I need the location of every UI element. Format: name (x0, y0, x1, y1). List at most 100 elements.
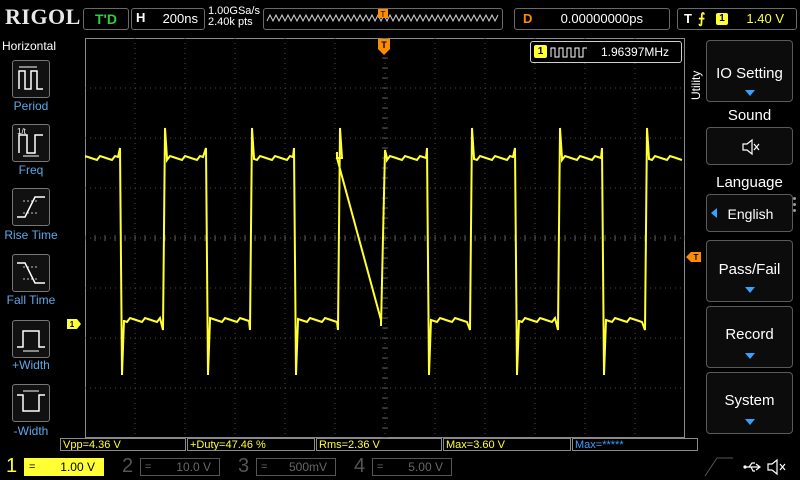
trigger-label: T (684, 11, 692, 26)
neg-width-label: -Width (13, 424, 49, 438)
chevron-down-icon (744, 287, 755, 293)
period-button[interactable] (12, 60, 50, 98)
channel-3-scale-box: = 500mV (256, 458, 336, 476)
delay-label: D (523, 11, 533, 26)
period-label: Period (13, 99, 49, 113)
waveform-grid (85, 38, 685, 438)
channel-2-number: 2 (122, 455, 134, 477)
memory-waveform-thumbnail: T (266, 9, 499, 23)
channel-2-status[interactable]: 2 = 10.0 V (116, 454, 226, 480)
pos-width-label: +Width (12, 358, 50, 372)
bottom-bar-divider-icon (704, 457, 733, 477)
channel-3-scale: 500mV (288, 460, 327, 474)
pass-fail-button[interactable]: Pass/Fail (706, 240, 793, 302)
trigger-settings[interactable]: T ⨍ 1 1.40 V (677, 8, 797, 30)
pos-width-icon (17, 330, 45, 352)
measurement-duty[interactable]: +Duty=47.46 % (187, 438, 315, 451)
sample-info: 1.00GSa/s 2.40k pts (208, 6, 260, 28)
timebase-value: 200ns (162, 11, 198, 26)
neg-width-button[interactable] (12, 384, 50, 422)
counter-value: 1.96397MHz (601, 45, 670, 59)
measurement-bar: Vpp=4.36 V +Duty=47.46 % Rms=2.36 V Max=… (60, 438, 700, 452)
trigger-level: 1.40 V (746, 11, 784, 26)
channel-2-scale-box: = 10.0 V (140, 458, 220, 476)
fall-time-icon (17, 262, 45, 284)
language-title: Language (716, 174, 783, 191)
freq-button[interactable]: 1/t (12, 124, 50, 162)
channel1-offset-marker[interactable]: 1 (66, 318, 82, 330)
measurement-max[interactable]: Max=3.60 V (443, 438, 571, 451)
trigger-position-marker: T (378, 39, 390, 55)
channel-4-number: 4 (354, 455, 366, 477)
rising-edge-icon: ⨍ (698, 10, 706, 26)
measurement-max-empty[interactable]: Max=***** (572, 438, 698, 451)
chevron-down-icon (744, 419, 755, 425)
chevron-down-icon (744, 90, 755, 96)
horizontal-timebase[interactable]: H 200ns (131, 8, 205, 30)
channel-3-number: 3 (238, 455, 250, 477)
graticule (85, 38, 685, 438)
svg-text:1/t: 1/t (17, 127, 27, 136)
speaker-mute-icon (742, 138, 760, 156)
svg-text:1: 1 (70, 320, 75, 329)
record-button[interactable]: Record (706, 306, 793, 368)
memory-trigger-marker-label: T (381, 10, 386, 19)
channel-1-scale: 1.00 V (60, 460, 95, 474)
fall-time-button[interactable] (12, 254, 50, 292)
freq-icon: 1/t (17, 127, 43, 157)
speaker-mute-icon (767, 458, 786, 476)
io-setting-button[interactable]: IO Setting (706, 40, 793, 102)
square-wave-icon (550, 47, 587, 58)
svg-text:T: T (381, 40, 387, 50)
dc-coupling-icon: = (261, 461, 268, 473)
channel-1-scale-box: = 1.00 V (24, 458, 104, 476)
usb-icon (743, 462, 761, 472)
rise-time-icon (17, 196, 45, 218)
waveform-display[interactable] (85, 38, 685, 438)
system-button[interactable]: System (706, 372, 793, 434)
fall-time-label: Fall Time (6, 293, 56, 307)
channel-1-status[interactable]: 1 = 1.00 V (0, 454, 110, 480)
measurement-vpp[interactable]: Vpp=4.36 V (60, 438, 186, 451)
chevron-down-icon (744, 353, 755, 359)
language-value: English (727, 206, 774, 222)
channel-3-status[interactable]: 3 = 500mV (232, 454, 342, 480)
period-icon (18, 66, 43, 90)
sound-title: Sound (727, 107, 772, 124)
delay-value: 0.00000000ps (560, 11, 643, 26)
counter-channel-badge: 1 (534, 45, 547, 58)
rise-time-label: Rise Time (4, 228, 58, 242)
delay-offset[interactable]: D 0.00000000ps (514, 8, 670, 30)
channel-4-scale-box: = 5.00 V (372, 458, 452, 476)
svg-text:T: T (694, 253, 699, 262)
measurement-rms[interactable]: Rms=2.36 V (316, 438, 442, 451)
rise-time-button[interactable] (12, 188, 50, 226)
pos-width-button[interactable] (12, 320, 50, 358)
trigger-status[interactable]: T'D (83, 8, 129, 30)
utility-menu-title: Utility (689, 70, 703, 100)
channel-1-number: 1 (6, 455, 18, 477)
frequency-counter: 1 1.96397MHz (530, 41, 682, 63)
trigger-source-channel: 1 (716, 13, 728, 25)
channel-status-bar: 1 = 1.00 V 2 = 10.0 V 3 = 500mV 4 = 5.00… (0, 454, 800, 480)
sound-button[interactable] (706, 127, 793, 165)
measure-panel-title: Horizontal (2, 39, 57, 53)
scroll-indicator (793, 197, 797, 215)
measure-panel: Horizontal Period 1/t Freq Rise Time Fal… (0, 36, 60, 454)
memory-depth: 2.40k pts (208, 16, 253, 28)
channel-2-scale: 10.0 V (176, 460, 211, 474)
language-selector[interactable]: English (706, 194, 793, 232)
memory-overview[interactable]: T (263, 8, 503, 30)
dc-coupling-icon: = (377, 461, 384, 473)
channel-4-status[interactable]: 4 = 5.00 V (348, 454, 458, 480)
freq-label: Freq (18, 163, 44, 177)
dc-coupling-icon: = (145, 461, 152, 473)
dc-coupling-icon: = (29, 461, 36, 473)
neg-width-icon (17, 390, 45, 412)
horizontal-label: H (136, 10, 146, 25)
trigger-level-marker: T (686, 252, 701, 262)
utility-softkey-menu: IO Setting Sound Language English Pass/F… (706, 40, 800, 458)
brand-logo: RIGOL (5, 4, 81, 29)
top-status-bar: RIGOL T'D H 200ns 1.00GSa/s 2.40k pts T … (0, 0, 800, 36)
channel-4-scale: 5.00 V (408, 460, 443, 474)
